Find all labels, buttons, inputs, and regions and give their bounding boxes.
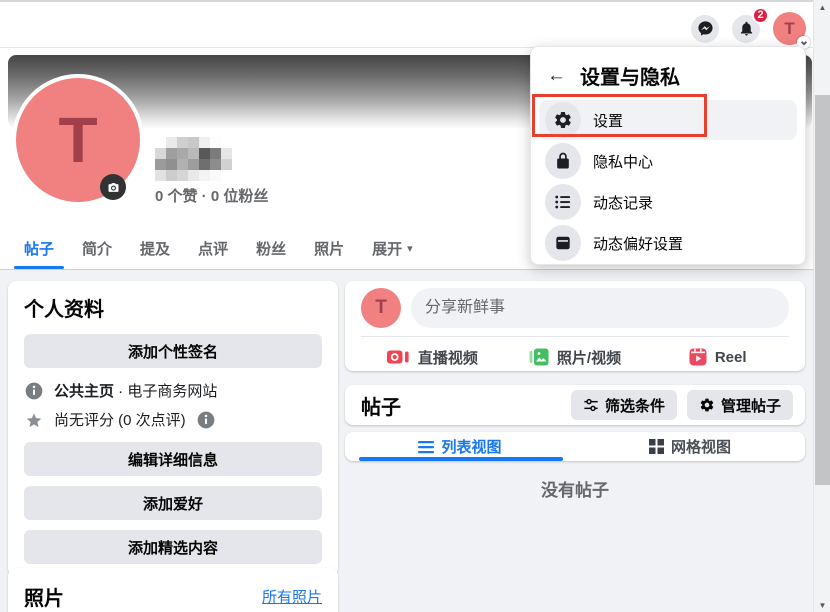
photo-video-button[interactable]: 照片/视频 [504, 342, 647, 372]
notification-badge: 2 [752, 7, 769, 24]
menu-item-feed-preferences[interactable]: 动态偏好设置 [539, 223, 797, 263]
reel-icon [689, 348, 707, 366]
intro-card-title: 个人资料 [24, 293, 322, 322]
menu-item-settings[interactable]: 设置 [539, 100, 797, 140]
live-video-button[interactable]: 直播视频 [361, 342, 504, 372]
feed-preferences-icon [545, 225, 581, 261]
avatar-letter: T [784, 19, 794, 39]
filters-icon [583, 397, 599, 413]
gear-icon [545, 102, 581, 138]
reel-button[interactable]: Reel [646, 342, 789, 372]
account-menu-button[interactable]: T [773, 12, 806, 45]
page-category-bold: 公共主页 [54, 383, 114, 400]
top-navigation-bar: 2 T [0, 0, 830, 48]
grid-view-tab[interactable]: 网格视图 [575, 432, 805, 461]
tab-photos[interactable]: 照片 [300, 228, 358, 269]
tab-reviews[interactable]: 点评 [184, 228, 242, 269]
posts-card-title: 帖子 [361, 391, 401, 420]
live-video-icon [387, 349, 410, 365]
messenger-icon [697, 20, 714, 37]
dropdown-title: 设置与隐私 [580, 61, 680, 90]
intro-card: 个人资料 添加个性签名 公共主页 · 电子商务网站 尚无评分 (0 次点评) 编… [8, 281, 338, 576]
bell-icon [738, 20, 755, 37]
list-view-tab[interactable]: 列表视图 [345, 432, 575, 461]
photos-card-title: 照片 [24, 582, 64, 611]
change-avatar-button[interactable] [100, 174, 126, 200]
caret-down-icon: ▾ [407, 242, 413, 255]
page-scrollbar[interactable]: ▲ ▼ [813, 0, 830, 612]
composer-input[interactable] [411, 288, 789, 328]
tab-followers[interactable]: 粉丝 [242, 228, 300, 269]
posts-header-card: 帖子 筛选条件 管理帖子 [345, 385, 805, 425]
scroll-up-arrow[interactable]: ▲ [814, 0, 830, 14]
tab-mentions[interactable]: 提及 [126, 228, 184, 269]
activity-log-icon [545, 184, 581, 220]
back-button[interactable]: ← [547, 66, 566, 85]
no-posts-message: 没有帖子 [345, 476, 805, 501]
see-all-photos-link[interactable]: 所有照片 [262, 586, 322, 607]
filters-button[interactable]: 筛选条件 [571, 390, 677, 420]
composer-avatar[interactable]: T [361, 288, 401, 328]
settings-privacy-dropdown: ← 设置与隐私 设置 隐私中心 动态记录 动态偏好设置 [530, 46, 806, 265]
page-category-row: 公共主页 · 电子商务网站 [24, 380, 322, 401]
gear-icon [699, 397, 715, 413]
edit-details-button[interactable]: 编辑详细信息 [24, 442, 322, 476]
lock-icon [545, 143, 581, 179]
avatar-letter: T [58, 103, 97, 177]
page-category-rest: · 电子商务网站 [114, 383, 217, 400]
scrollbar-thumb[interactable] [815, 95, 830, 485]
profile-tabs: 帖子 简介 提及 点评 粉丝 照片 展开▾ [10, 228, 427, 269]
add-bio-button[interactable]: 添加个性签名 [24, 334, 322, 368]
posts-view-tabs: 列表视图 网格视图 [345, 432, 805, 461]
messenger-button[interactable] [691, 15, 719, 43]
camera-icon [106, 180, 121, 195]
list-view-icon [418, 440, 434, 454]
photos-card: 照片 所有照片 [8, 568, 338, 612]
post-composer-card: T 直播视频 照片/视频 Reel [345, 281, 805, 371]
tab-about[interactable]: 简介 [68, 228, 126, 269]
manage-posts-button[interactable]: 管理帖子 [687, 390, 793, 420]
info-icon[interactable] [196, 410, 216, 430]
star-icon [24, 410, 44, 430]
grid-view-icon [649, 439, 664, 454]
likes-followers-count: 0 个赞 · 0 位粉丝 [155, 185, 268, 206]
add-hobbies-button[interactable]: 添加爱好 [24, 486, 322, 520]
tab-more[interactable]: 展开▾ [358, 228, 427, 269]
add-featured-button[interactable]: 添加精选内容 [24, 530, 322, 564]
menu-item-activity-log[interactable]: 动态记录 [539, 182, 797, 222]
divider [361, 336, 789, 337]
menu-item-privacy-center[interactable]: 隐私中心 [539, 141, 797, 181]
info-icon [24, 381, 44, 401]
censored-profile-name [155, 137, 232, 181]
rating-row: 尚无评分 (0 次点评) [24, 409, 322, 430]
scroll-down-arrow[interactable]: ▼ [814, 598, 830, 612]
notifications-button[interactable]: 2 [732, 15, 760, 43]
photo-video-icon [529, 348, 549, 366]
tab-posts[interactable]: 帖子 [10, 228, 68, 269]
rating-text: 尚无评分 (0 次点评) [54, 409, 186, 430]
